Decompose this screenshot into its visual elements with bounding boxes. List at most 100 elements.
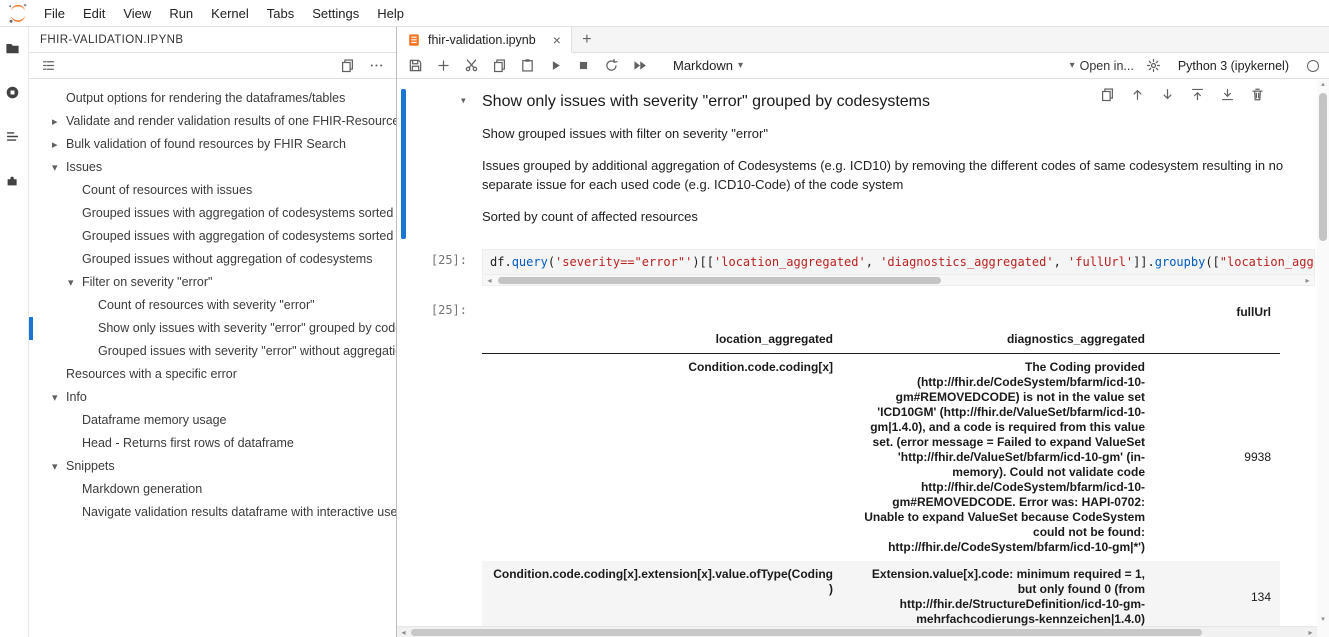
bottom-horizontal-scrollbar[interactable]: ◂ ▸ bbox=[397, 626, 1317, 637]
toc-item[interactable]: ▸Validate and render validation results … bbox=[29, 110, 396, 133]
menu-file[interactable]: File bbox=[35, 6, 74, 21]
save-button[interactable] bbox=[407, 58, 423, 74]
toc-item[interactable]: Grouped issues with aggregation of codes… bbox=[29, 202, 396, 225]
insert-cell-button[interactable] bbox=[435, 58, 451, 74]
move-down-button[interactable] bbox=[1160, 87, 1175, 102]
toc-menu-icon[interactable] bbox=[41, 58, 56, 73]
insert-above-button[interactable] bbox=[1190, 87, 1205, 102]
location-cell: Condition.code.coding[x] bbox=[482, 354, 842, 562]
tab-fhir-validation[interactable]: fhir-validation.ipynb × bbox=[397, 27, 572, 53]
duplicate-button[interactable] bbox=[1100, 87, 1115, 102]
chevron-right-icon[interactable]: ▸ bbox=[52, 134, 66, 156]
menu-settings[interactable]: Settings bbox=[303, 6, 368, 21]
scroll-right-arrow[interactable]: ▸ bbox=[1301, 275, 1314, 286]
code-token: 'location_aggregated' bbox=[714, 255, 866, 269]
open-in-dropdown[interactable]: ▾ Open in... bbox=[1070, 59, 1134, 73]
fullurl-count-cell: 9938 bbox=[1154, 354, 1280, 562]
chevron-down-icon[interactable]: ▾ bbox=[68, 272, 82, 294]
delete-button[interactable] bbox=[1250, 87, 1265, 102]
toc-item[interactable]: ▾Snippets bbox=[29, 455, 396, 478]
more-options-icon[interactable] bbox=[369, 58, 384, 73]
toc-item-selected[interactable]: Show only issues with severity "error" g… bbox=[29, 317, 396, 340]
toc-item[interactable]: Count of resources with issues bbox=[29, 179, 396, 202]
chevron-right-icon[interactable]: ▸ bbox=[52, 111, 66, 133]
toc-item[interactable]: Grouped issues with severity "error" wit… bbox=[29, 340, 396, 363]
code-token: df bbox=[490, 255, 504, 269]
chevron-down-icon[interactable]: ▾ bbox=[52, 387, 66, 409]
menu-help[interactable]: Help bbox=[368, 6, 413, 21]
menu-tabs[interactable]: Tabs bbox=[258, 6, 303, 21]
stop-button[interactable] bbox=[575, 58, 591, 74]
menu-view[interactable]: View bbox=[114, 6, 160, 21]
toc-item[interactable]: ▾Filter on severity "error" bbox=[29, 271, 396, 294]
paste-button[interactable] bbox=[519, 58, 535, 74]
tab-close-icon[interactable]: × bbox=[553, 32, 561, 48]
toc-item-label: Dataframe memory usage bbox=[82, 413, 227, 427]
toc-item[interactable]: ▾Issues bbox=[29, 156, 396, 179]
markdown-cell[interactable]: ▾ Show only issues with severity "error"… bbox=[401, 89, 1315, 239]
chevron-down-icon[interactable]: ▾ bbox=[52, 456, 66, 478]
index-header-location_aggregated: location_aggregated bbox=[482, 326, 842, 354]
settings-gear-button[interactable] bbox=[1146, 58, 1162, 74]
scrollbar-thumb[interactable] bbox=[411, 629, 1202, 636]
scroll-up-arrow[interactable]: ▴ bbox=[1317, 79, 1329, 91]
toc-item-label: Output options for rendering the datafra… bbox=[66, 91, 345, 105]
code-cell[interactable]: [25]: df.query('severity=="error"')[['lo… bbox=[401, 249, 1315, 286]
toc-item[interactable]: Navigate validation results dataframe wi… bbox=[29, 501, 396, 524]
menu-kernel[interactable]: Kernel bbox=[202, 6, 258, 21]
scroll-right-arrow[interactable]: ▸ bbox=[1304, 627, 1317, 637]
heading-collapse-caret[interactable]: ▾ bbox=[460, 93, 467, 107]
chevron-down-icon: ▾ bbox=[738, 60, 743, 71]
menu-run[interactable]: Run bbox=[160, 6, 202, 21]
running-icon[interactable] bbox=[5, 85, 23, 103]
toc-item[interactable]: Head - Returns first rows of dataframe bbox=[29, 432, 396, 455]
run-all-button[interactable] bbox=[631, 58, 647, 74]
toc-item[interactable]: Markdown generation bbox=[29, 478, 396, 501]
toc-icon[interactable] bbox=[5, 129, 23, 147]
code-horizontal-scrollbar[interactable]: ◂ ▸ bbox=[482, 275, 1315, 286]
chevron-down-icon: ▾ bbox=[1070, 60, 1075, 71]
cell-type-dropdown[interactable]: Markdown ▾ bbox=[673, 58, 743, 73]
scroll-left-arrow[interactable]: ◂ bbox=[483, 275, 496, 286]
dataframe-table: fullUrllocation_aggregateddiagnostics_ag… bbox=[482, 299, 1280, 637]
code-token: ]]. bbox=[1133, 255, 1155, 269]
toc-item[interactable]: Output options for rendering the datafra… bbox=[29, 87, 396, 110]
insert-below-button[interactable] bbox=[1220, 87, 1235, 102]
kernel-name[interactable]: Python 3 (ipykernel) bbox=[1178, 59, 1289, 73]
jupyterlab-window: FileEditViewRunKernelTabsSettingsHelp FH… bbox=[0, 0, 1329, 637]
toc-item[interactable]: Resources with a specific error bbox=[29, 363, 396, 386]
index-header-blank bbox=[1154, 326, 1280, 354]
folder-icon[interactable] bbox=[5, 41, 23, 59]
column-header-fullurl: fullUrl bbox=[1154, 299, 1280, 326]
toc-item[interactable]: Count of resources with severity "error" bbox=[29, 294, 396, 317]
code-editor[interactable]: df.query('severity=="error"')[['location… bbox=[482, 249, 1315, 275]
scrollbar-thumb[interactable] bbox=[498, 277, 941, 284]
toc-item[interactable]: ▸Bulk validation of found resources by F… bbox=[29, 133, 396, 156]
collapse-all-icon[interactable] bbox=[340, 58, 355, 73]
menu-edit[interactable]: Edit bbox=[74, 6, 114, 21]
scroll-left-arrow[interactable]: ◂ bbox=[397, 627, 410, 637]
new-tab-button[interactable]: + bbox=[572, 27, 602, 52]
toc-item[interactable]: ▾Info bbox=[29, 386, 396, 409]
toc-item[interactable]: Grouped issues without aggregation of co… bbox=[29, 248, 396, 271]
toc-item-label: Filter on severity "error" bbox=[82, 275, 212, 289]
extensions-icon[interactable] bbox=[5, 173, 23, 191]
vertical-scrollbar[interactable]: ▴ ▾ bbox=[1317, 79, 1329, 626]
copy-button[interactable] bbox=[491, 58, 507, 74]
markdown-paragraph: Show grouped issues with filter on sever… bbox=[482, 125, 1302, 144]
restart-button[interactable] bbox=[603, 58, 619, 74]
cut-button[interactable] bbox=[463, 58, 479, 74]
notebook-icon bbox=[407, 33, 421, 47]
notebook-content: ▾ Show only issues with severity "error"… bbox=[397, 79, 1329, 637]
notebook-toolbar: Markdown ▾ ▾ Open in... Python 3 (ipyker… bbox=[397, 53, 1329, 79]
move-up-button[interactable] bbox=[1130, 87, 1145, 102]
table-row: Condition.code.coding[x]The Coding provi… bbox=[482, 354, 1280, 562]
toc-item-label: Info bbox=[66, 390, 87, 404]
chevron-down-icon[interactable]: ▾ bbox=[52, 157, 66, 179]
run-button[interactable] bbox=[547, 58, 563, 74]
toc-item[interactable]: Dataframe memory usage bbox=[29, 409, 396, 432]
scrollbar-thumb[interactable] bbox=[1319, 93, 1327, 241]
scroll-down-arrow[interactable]: ▾ bbox=[1317, 614, 1329, 626]
toc-item[interactable]: Grouped issues with aggregation of codes… bbox=[29, 225, 396, 248]
code-token: . bbox=[504, 255, 511, 269]
